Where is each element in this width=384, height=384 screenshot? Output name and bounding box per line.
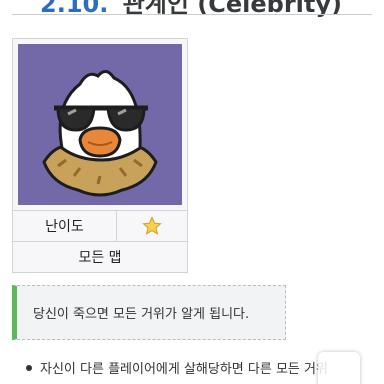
section-title: 관계인 (Celebrity): [122, 0, 342, 18]
difficulty-row: 난이도: [13, 210, 187, 241]
portrait-frame: [13, 39, 187, 210]
scroll-top-button[interactable]: [318, 352, 360, 384]
difficulty-label: 난이도: [13, 211, 117, 241]
notice-text: 당신이 죽으면 모든 거위가 알게 됩니다.: [33, 307, 250, 322]
role-infobox: 난이도 모든 맵: [12, 38, 188, 273]
section-heading: 2.10. 관계인 (Celebrity): [40, 0, 342, 19]
section-number[interactable]: 2.10.: [40, 0, 108, 18]
map-label: 모든 맵: [78, 250, 122, 266]
heading-divider: [12, 14, 372, 15]
wiki-page: 2.10. 관계인 (Celebrity) 난이도 모든 맵 당신이 죽으면 모…: [0, 0, 384, 384]
star-icon: [117, 211, 187, 241]
notice-box: 당신이 죽으면 모든 거위가 알게 됩니다.: [12, 285, 286, 340]
map-row: 모든 맵: [13, 241, 187, 272]
goose-portrait-image: [18, 44, 182, 205]
